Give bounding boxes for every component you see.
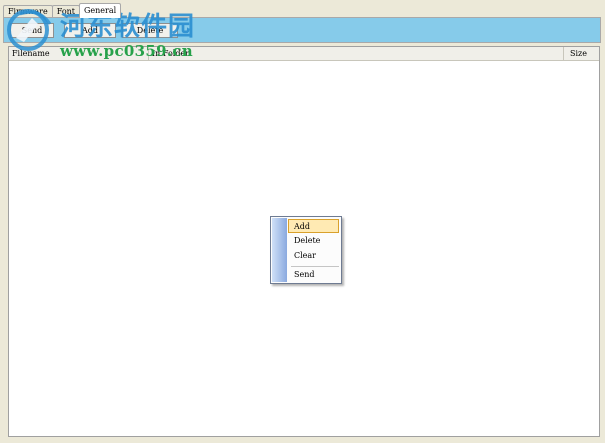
context-menu-item-send[interactable]: Send bbox=[289, 268, 341, 282]
context-menu: Add Delete Clear Send bbox=[270, 216, 342, 284]
context-menu-item-delete[interactable]: Delete bbox=[289, 234, 341, 248]
watermark-url: www.pc0359.cn bbox=[60, 42, 193, 60]
tab-general[interactable]: General bbox=[79, 3, 122, 18]
column-size[interactable]: Size bbox=[564, 47, 601, 60]
context-menu-item-clear[interactable]: Clear bbox=[289, 249, 341, 263]
column-in-folder[interactable]: In Folder bbox=[149, 47, 564, 60]
send-button[interactable]: Send bbox=[10, 23, 54, 38]
context-menu-item-add[interactable]: Add bbox=[288, 219, 339, 233]
context-menu-separator bbox=[291, 266, 339, 267]
context-menu-gutter bbox=[272, 218, 287, 282]
